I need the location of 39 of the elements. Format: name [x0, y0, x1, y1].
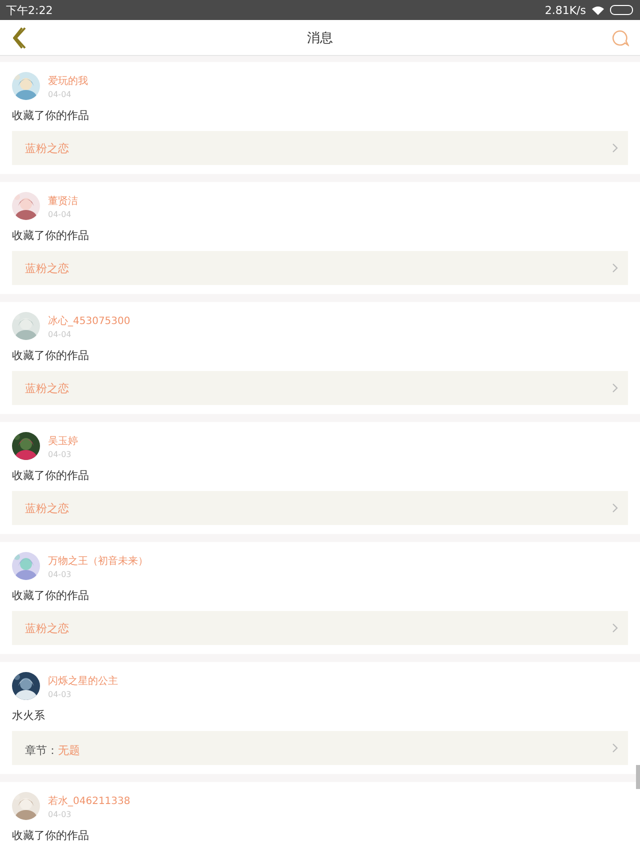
- work-link[interactable]: 蓝粉之恋: [12, 491, 628, 525]
- message-text: 收藏了你的作品: [12, 228, 90, 243]
- work-title: 蓝粉之恋: [25, 140, 69, 156]
- message-text: 收藏了你的作品: [12, 588, 90, 603]
- work-link[interactable]: 蓝粉之恋: [12, 251, 628, 285]
- user-name[interactable]: 冰心_453075300: [48, 314, 130, 328]
- user-name[interactable]: 万物之王（初音未来）: [48, 554, 148, 568]
- battery-icon: [610, 5, 634, 15]
- work-title: 蓝粉之恋: [25, 500, 69, 516]
- clock: 下午2:22: [6, 2, 53, 18]
- work-link[interactable]: 蓝粉之恋: [12, 371, 628, 405]
- chevron-right-icon: [612, 503, 618, 513]
- user-name[interactable]: 董贤洁: [48, 194, 78, 208]
- work-link[interactable]: 蓝粉之恋: [12, 611, 628, 645]
- message-text: 收藏了你的作品: [12, 468, 90, 483]
- chapter-title: 无题: [58, 744, 80, 756]
- user-name[interactable]: 若水_046211338: [48, 794, 130, 808]
- message-text: 收藏了你的作品: [12, 108, 90, 123]
- network-speed: 2.81K/s: [544, 4, 586, 16]
- user-name[interactable]: 爱玩的我: [48, 74, 88, 88]
- work-link[interactable]: 蓝粉之恋: [12, 131, 628, 165]
- work-title: 蓝粉之恋: [25, 620, 69, 636]
- message-text: 收藏了你的作品: [12, 828, 90, 843]
- wifi-icon: [592, 6, 604, 14]
- page-title: 消息: [307, 30, 333, 46]
- chapter-label: 章节：: [25, 744, 58, 756]
- message-text: 收藏了你的作品: [12, 348, 90, 363]
- chevron-right-icon: [612, 383, 618, 393]
- chevron-right-icon: [612, 263, 618, 273]
- chevron-right-icon: [612, 623, 618, 633]
- user-name[interactable]: 吴玉婷: [48, 434, 78, 448]
- user-name[interactable]: 闪烁之星的公主: [48, 674, 118, 688]
- work-title: 蓝粉之恋: [25, 260, 69, 276]
- message-text: 水火系: [12, 708, 46, 723]
- chevron-right-icon: [612, 143, 618, 153]
- work-link[interactable]: 章节：无题: [12, 731, 628, 765]
- work-title: 蓝粉之恋: [25, 380, 69, 396]
- scroll-thumb: [636, 765, 640, 789]
- chevron-right-icon: [612, 743, 618, 753]
